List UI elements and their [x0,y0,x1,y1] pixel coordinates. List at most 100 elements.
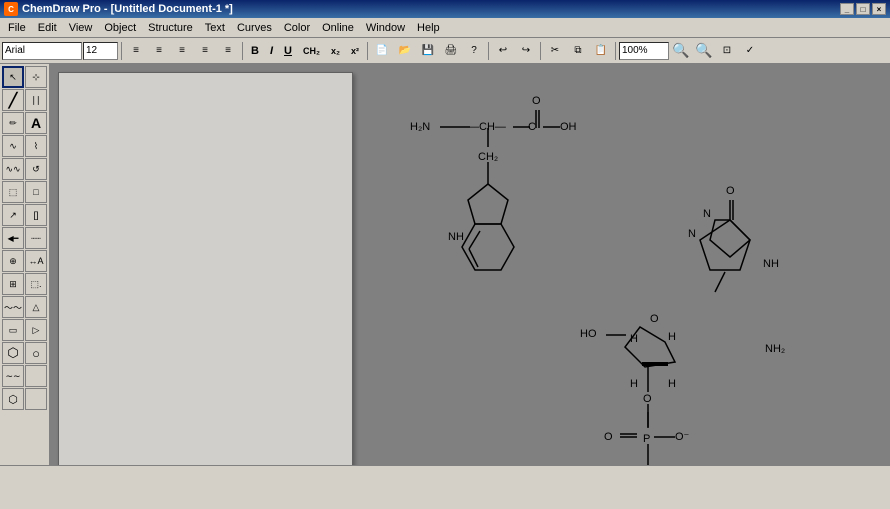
dotted-box-tool[interactable]: ⬚. [25,273,47,295]
bond-ruler-tool[interactable]: ∣∣ [25,89,47,111]
guanine-n2: N [703,208,711,220]
rect-tool[interactable]: □ [25,181,47,203]
menu-window[interactable]: Window [360,18,411,38]
select-arrow-tool[interactable]: ↖ [2,66,24,88]
menu-help[interactable]: Help [411,18,446,38]
drawing-area[interactable]: H₂N —CH— C O OH CH₂ [50,64,890,465]
menu-text[interactable]: Text [199,18,231,38]
zoom-fit-button[interactable]: ⊡ [716,41,738,61]
o-label: O [532,95,541,107]
wedge-bond-tool[interactable]: ◀━ [2,227,24,249]
subscript2-button[interactable]: CH₂ [298,42,325,60]
menu-edit[interactable]: Edit [32,18,63,38]
guanine-o: O [726,185,735,197]
chemistry-canvas[interactable]: H₂N —CH— C O OH CH₂ [410,72,890,465]
copy-button[interactable]: ⧉ [567,41,589,61]
dash-bond-tool[interactable]: ┄┄ [25,227,47,249]
guanine-nh2: NH₂ [765,343,785,355]
close-button[interactable]: × [872,3,886,15]
align-center-button[interactable]: ≡ [148,41,170,61]
zoom-selector[interactable]: 100% [619,42,669,60]
circle-tool[interactable]: ○ [25,342,47,364]
rect-shape-tool[interactable]: ▭ [2,319,24,341]
bond-wavy-tool[interactable]: ∿∿ [2,158,24,180]
superscript-button[interactable]: x² [346,42,364,60]
pyrrole-ring [468,184,508,224]
menu-curves[interactable]: Curves [231,18,278,38]
italic-button[interactable]: I [265,42,278,60]
bold-button[interactable]: B [246,42,264,60]
app-icon: C [4,2,18,16]
menu-object[interactable]: Object [98,18,142,38]
tool-row-15: ⬡ [2,388,47,410]
o-minus-right: O⁻ [675,431,690,443]
shape-tool[interactable]: △ [25,296,47,318]
orbital-tool[interactable]: ∿ [2,135,24,157]
hex-ring-tool[interactable]: ⬡ [2,342,24,364]
placeholder2-tool[interactable] [25,388,47,410]
p-label: P [643,433,650,445]
paste-button[interactable]: 📋 [590,41,612,61]
bracket-tool[interactable]: [] [25,204,47,226]
menu-online[interactable]: Online [316,18,360,38]
zoom-out-button[interactable]: 🔍 [693,41,715,61]
subscript-button[interactable]: x₂ [326,42,345,60]
font-selector[interactable]: Arial [2,42,82,60]
placeholder-tool[interactable] [25,365,47,387]
maximize-button[interactable]: □ [856,3,870,15]
wave-tool[interactable]: 〜〜 [2,296,24,318]
marquee-tool[interactable]: ⬚ [2,181,24,203]
sep2 [242,42,243,60]
open-button[interactable]: 📂 [394,41,416,61]
atom-map-tool[interactable]: ⊕ [2,250,24,272]
align-extra-button[interactable]: ≡ [217,41,239,61]
sep1 [121,42,122,60]
tool-row-11: 〜〜 △ [2,296,47,318]
menu-view[interactable]: View [63,18,99,38]
cut-button[interactable]: ✂ [544,41,566,61]
checkmark-button[interactable]: ✓ [739,41,761,61]
save-button[interactable]: 💾 [417,41,439,61]
align-justify-button[interactable]: ≡ [194,41,216,61]
pencil-tool[interactable]: ✏ [2,112,24,134]
3d-tool[interactable]: ⬡ [2,388,24,410]
menu-color[interactable]: Color [278,18,316,38]
print-button[interactable]: 🖨 [440,41,462,61]
rotate-tool[interactable]: ↺ [25,158,47,180]
zoom-in-button[interactable]: 🔍 [670,41,692,61]
menu-file[interactable]: File [2,18,32,38]
shape2-tool[interactable]: ▷ [25,319,47,341]
scale-tool[interactable]: ↔A [25,250,47,272]
minimize-button[interactable]: _ [840,3,854,15]
align-left-button[interactable]: ≡ [125,41,147,61]
wave2-tool[interactable]: ∼∼ [2,365,24,387]
ribose-h4: H [668,378,676,390]
help-button[interactable]: ? [463,41,485,61]
grid-tool[interactable]: ⊞ [2,273,24,295]
chain-tool[interactable]: ⌇ [25,135,47,157]
tool-row-12: ▭ ▷ [2,319,47,341]
format-toolbar: Arial 12 ≡ ≡ ≡ ≡ ≡ B I U CH₂ x₂ x² 📄 📂 💾… [0,38,890,64]
tool-row-10: ⊞ ⬚. [2,273,47,295]
tool-row-5: ∿∿ ↺ [2,158,47,180]
lasso-tool[interactable]: ⊹ [25,66,47,88]
window-controls[interactable]: _ □ × [840,3,886,15]
bond-single-tool[interactable]: ╱ [2,89,24,111]
title-bar: C ChemDraw Pro - [Untitled Document-1 *]… [0,0,890,18]
undo-button[interactable]: ↩ [492,41,514,61]
underline-button[interactable]: U [279,42,297,60]
tool-row-8: ◀━ ┄┄ [2,227,47,249]
tool-row-3: ✏ A [2,112,47,134]
redo-button[interactable]: ↪ [515,41,537,61]
align-right-button[interactable]: ≡ [171,41,193,61]
size-selector[interactable]: 12 [83,42,118,60]
guanine-n1: N [688,228,696,240]
menu-structure[interactable]: Structure [142,18,199,38]
arrow-tool[interactable]: ↗ [2,204,24,226]
o3-label: O [643,393,652,405]
tool-panel: ↖ ⊹ ╱ ∣∣ ✏ A ∿ ⌇ ∿∿ ↺ ⬚ □ ↗ [] ◀━ ┄┄ [0,64,50,465]
new-button[interactable]: 📄 [371,41,393,61]
text-tool[interactable]: A [25,112,47,134]
sep4 [488,42,489,60]
ribose-h3: H [630,378,638,390]
